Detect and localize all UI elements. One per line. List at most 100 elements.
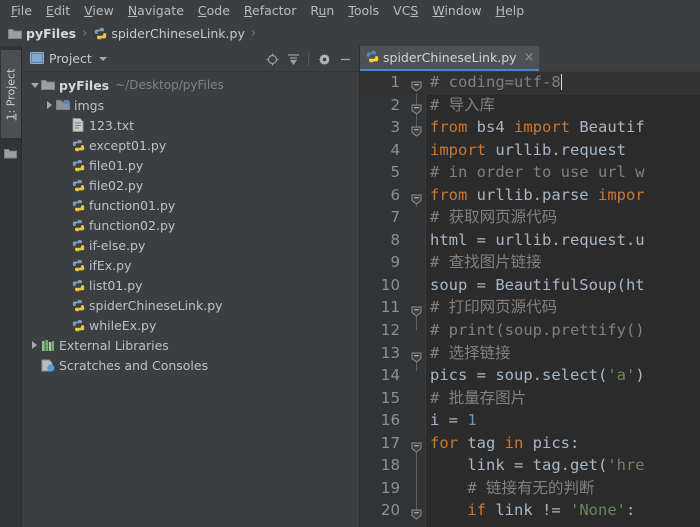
menu-item-refactor[interactable]: Refactor	[237, 0, 303, 21]
code-line[interactable]: 3 from bs4 import Beautif	[360, 116, 700, 139]
tree-row[interactable]: function02.py	[22, 215, 359, 235]
tree-row[interactable]: imgs	[22, 95, 359, 115]
folder-icon	[41, 78, 55, 92]
sidebar-tab-project[interactable]: 1: Project	[1, 50, 21, 138]
menu-item-file[interactable]: File	[4, 0, 39, 21]
code-line[interactable]: 20 if link != 'None':	[360, 499, 700, 522]
tree-row[interactable]: ifEx.py	[22, 255, 359, 275]
menu-item-edit[interactable]: Edit	[39, 0, 77, 21]
fold-marker-icon[interactable]	[411, 504, 422, 521]
line-number: 5	[390, 163, 400, 182]
tree-item-label: function02.py	[89, 217, 176, 233]
fold-marker-icon[interactable]	[411, 301, 422, 318]
chevron-down-icon[interactable]	[98, 56, 107, 61]
code-line[interactable]: 12 # print(soup.prettify()	[360, 319, 700, 342]
line-number: 1	[390, 73, 400, 91]
divider	[308, 52, 309, 66]
code-text: # in order to use url w	[430, 163, 645, 182]
code-line[interactable]: 8 html = urllib.request.u	[360, 229, 700, 252]
code-line[interactable]: 19 # 链接有无的判断	[360, 477, 700, 500]
menu-item-vcs[interactable]: VCS	[386, 0, 425, 21]
tree-row[interactable]: 123.txt	[22, 115, 359, 135]
chevron-right-icon[interactable]	[28, 335, 41, 355]
folder-icon[interactable]	[4, 144, 17, 159]
chevron-down-icon[interactable]	[28, 75, 41, 95]
code-line[interactable]: 13 # 选择链接	[360, 342, 700, 365]
code-line[interactable]: 1 # coding=utf-8	[360, 71, 700, 94]
code-line[interactable]: 15 # 批量存图片	[360, 387, 700, 410]
editor-tab-spiderChineseLink[interactable]: spiderChineseLink.py ×	[360, 46, 540, 71]
code-text: # print(soup.prettify()	[430, 321, 645, 340]
code-line[interactable]: 6 from urllib.parse impor	[360, 184, 700, 207]
editor-area: spiderChineseLink.py × 1 # coding=utf-8 2 #…	[360, 46, 700, 527]
tree-item-label: function01.py	[89, 197, 176, 213]
fold-marker-icon[interactable]	[411, 347, 422, 363]
code-line[interactable]: 10 soup = BeautifulSoup(ht	[360, 274, 700, 297]
menu-item-run[interactable]: Run	[303, 0, 341, 21]
text-caret	[560, 74, 562, 90]
tree-row[interactable]: function01.py	[22, 195, 359, 215]
project-tree: pyFiles ~/Desktop/pyFiles imgs 123.txt excep…	[22, 72, 359, 375]
code-text: # coding=utf-8	[430, 73, 562, 91]
locate-icon[interactable]	[263, 50, 281, 68]
code-line[interactable]: 7 # 获取网页源代码	[360, 206, 700, 229]
fold-marker-icon[interactable]	[411, 121, 422, 137]
sidebar-tab-project-label: 1: Project	[4, 68, 18, 120]
tree-row[interactable]: pyFiles ~/Desktop/pyFiles	[22, 75, 359, 95]
tree-row[interactable]: whileEx.py	[22, 315, 359, 335]
menu-item-navigate[interactable]: Navigate	[121, 0, 191, 21]
code-line[interactable]: 2 # 导入库	[360, 94, 700, 117]
tree-row[interactable]: except01.py	[22, 135, 359, 155]
minimize-icon[interactable]	[336, 50, 354, 68]
line-number: 9	[390, 253, 400, 272]
tree-row[interactable]: list01.py	[22, 275, 359, 295]
menu-item-tools[interactable]: Tools	[341, 0, 386, 21]
menu-item-window[interactable]: Window	[425, 0, 488, 21]
code-text: link = tag.get('hre	[430, 456, 645, 475]
menu-item-view[interactable]: View	[77, 0, 121, 21]
breadcrumb-item[interactable]: spiderChineseLink.py	[93, 26, 245, 41]
library-icon	[41, 338, 55, 352]
tree-row[interactable]: External Libraries	[22, 335, 359, 355]
code-text: for tag in pics:	[430, 433, 580, 452]
menu-item-code[interactable]: Code	[191, 0, 237, 21]
code-line[interactable]: 14 pics = soup.select('a')	[360, 364, 700, 387]
line-number: 18	[380, 456, 400, 475]
code-line[interactable]: 11 # 打印网页源代码	[360, 296, 700, 319]
chevron-right-icon[interactable]	[43, 95, 56, 115]
menu-item-help[interactable]: Help	[489, 0, 532, 21]
code-line[interactable]: 4 import urllib.request	[360, 139, 700, 162]
tree-row[interactable]: if-else.py	[22, 235, 359, 255]
tree-row[interactable]: Scratches and Consoles	[22, 355, 359, 375]
tree-row[interactable]: spiderChineseLink.py	[22, 295, 359, 315]
line-number: 7	[390, 208, 400, 227]
code-line[interactable]: 9 # 查找图片链接	[360, 251, 700, 274]
fold-marker-icon[interactable]	[411, 437, 422, 453]
code-line[interactable]: 18 link = tag.get('hre	[360, 454, 700, 477]
code-text: from bs4 import Beautif	[430, 118, 645, 137]
collapse-all-icon[interactable]	[284, 50, 302, 68]
fold-marker-icon[interactable]	[411, 99, 422, 115]
left-tool-strip: 1: Project	[0, 46, 22, 527]
tree-row[interactable]: file02.py	[22, 175, 359, 195]
code-line[interactable]: 17 for tag in pics:	[360, 432, 700, 455]
breadcrumb-item[interactable]: pyFiles	[8, 26, 76, 41]
code-text: # 导入库	[430, 95, 496, 114]
fold-marker-icon[interactable]	[411, 76, 422, 92]
python-file-icon	[71, 158, 85, 172]
fold-marker-icon[interactable]	[411, 189, 422, 205]
tree-row[interactable]: file01.py	[22, 155, 359, 175]
close-icon[interactable]: ×	[524, 51, 535, 64]
code-line[interactable]: 5 # in order to use url w	[360, 161, 700, 184]
gear-icon[interactable]	[315, 50, 333, 68]
folder-blue-icon	[56, 98, 70, 112]
line-number: 11	[380, 298, 400, 317]
code-line[interactable]: 16 i = 1	[360, 409, 700, 432]
tree-item-label: except01.py	[89, 137, 167, 153]
code-editor[interactable]: 1 # coding=utf-8 2 # 导入库 3 from bs4 import Be…	[360, 71, 700, 527]
